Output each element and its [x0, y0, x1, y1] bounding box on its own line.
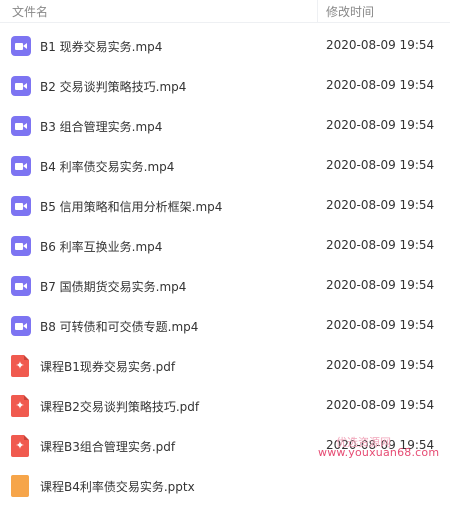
file-row[interactable]: B1 现券交易实务.mp4 2020-08-09 19:54	[0, 26, 450, 66]
file-row[interactable]: B7 国债期货交易实务.mp4 2020-08-09 19:54	[0, 266, 450, 306]
file-row[interactable]: B4 利率债交易实务.mp4 2020-08-09 19:54	[0, 146, 450, 186]
file-row[interactable]: ✦ 课程B1现券交易实务.pdf 2020-08-09 19:54	[0, 346, 450, 386]
file-row[interactable]: B6 利率互换业务.mp4 2020-08-09 19:54	[0, 226, 450, 266]
column-header-name[interactable]: 文件名	[12, 3, 48, 20]
file-row[interactable]: B2 交易谈判策略技巧.mp4 2020-08-09 19:54	[0, 66, 450, 106]
file-row[interactable]: B8 可转债和可交债专题.mp4 2020-08-09 19:54	[0, 306, 450, 346]
file-name[interactable]: B8 可转债和可交债专题.mp4	[40, 318, 198, 335]
column-divider[interactable]	[317, 0, 318, 22]
file-name[interactable]: B6 利率互换业务.mp4	[40, 238, 162, 255]
file-row[interactable]: B5 信用策略和信用分析框架.mp4 2020-08-09 19:54	[0, 186, 450, 226]
file-modified-time: 2020-08-09 19:54	[326, 38, 435, 52]
file-name[interactable]: 课程B3组合管理实务.pdf	[40, 438, 175, 455]
file-name[interactable]: 课程B1现券交易实务.pdf	[40, 358, 175, 375]
pdf-icon: ✦	[11, 355, 29, 377]
video-icon	[11, 196, 31, 216]
file-name[interactable]: B1 现券交易实务.mp4	[40, 38, 162, 55]
pdf-icon: ✦	[11, 395, 29, 417]
pdf-icon: ✦	[11, 435, 29, 457]
file-row[interactable]: ✦ 课程B2交易谈判策略技巧.pdf 2020-08-09 19:54	[0, 386, 450, 426]
file-modified-time: 2020-08-09 19:54	[326, 78, 435, 92]
file-name[interactable]: 课程B4利率债交易实务.pptx	[40, 478, 195, 495]
file-row[interactable]: B3 组合管理实务.mp4 2020-08-09 19:54	[0, 106, 450, 146]
file-modified-time: 2020-08-09 19:54	[326, 278, 435, 292]
file-modified-time: 2020-08-09 19:54	[326, 198, 435, 212]
file-name[interactable]: B4 利率债交易实务.mp4	[40, 158, 174, 175]
file-list-header: 文件名 修改时间	[0, 0, 450, 23]
file-modified-time: 2020-08-09 19:54	[326, 118, 435, 132]
file-modified-time: 2020-08-09 19:54	[326, 238, 435, 252]
file-row[interactable]: 课程B4利率债交易实务.pptx	[0, 466, 450, 506]
column-header-modified[interactable]: 修改时间	[326, 3, 374, 20]
file-name[interactable]: B5 信用策略和信用分析框架.mp4	[40, 198, 222, 215]
file-name[interactable]: B7 国债期货交易实务.mp4	[40, 278, 186, 295]
video-icon	[11, 76, 31, 96]
video-icon	[11, 236, 31, 256]
file-name[interactable]: 课程B2交易谈判策略技巧.pdf	[40, 398, 199, 415]
file-modified-time: 2020-08-09 19:54	[326, 158, 435, 172]
file-modified-time: 2020-08-09 19:54	[326, 318, 435, 332]
video-icon	[11, 316, 31, 336]
video-icon	[11, 156, 31, 176]
file-name[interactable]: B3 组合管理实务.mp4	[40, 118, 162, 135]
file-modified-time: 2020-08-09 19:54	[326, 398, 435, 412]
watermark: www.youxuan68.com	[318, 446, 440, 459]
video-icon	[11, 36, 31, 56]
file-name[interactable]: B2 交易谈判策略技巧.mp4	[40, 78, 186, 95]
file-modified-time: 2020-08-09 19:54	[326, 358, 435, 372]
video-icon	[11, 276, 31, 296]
video-icon	[11, 116, 31, 136]
